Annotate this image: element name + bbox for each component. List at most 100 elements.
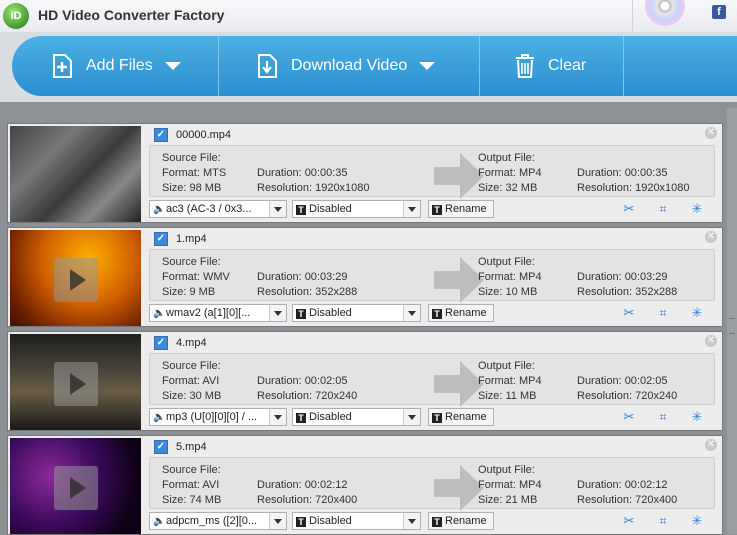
output-resolution: Resolution: 720x240 — [577, 390, 678, 402]
download-video-label: Download Video — [291, 57, 408, 74]
play-icon[interactable] — [54, 362, 98, 406]
chevron-down-icon[interactable] — [403, 201, 420, 217]
rename-button[interactable]: T Rename — [428, 304, 494, 322]
file-checkbox[interactable]: ✓ — [154, 440, 168, 454]
file-checkbox[interactable]: ✓ — [154, 232, 168, 246]
close-icon[interactable]: ✕ — [705, 335, 717, 347]
audio-track-select[interactable]: 🔈adpcm_ms ([2][0... — [149, 512, 287, 530]
source-format: Format: AVI — [162, 479, 220, 491]
app-logo-icon: iD — [3, 3, 29, 29]
subtitle-select[interactable]: T Disabled — [292, 304, 421, 322]
scissors-icon[interactable]: ✂ — [621, 409, 637, 425]
speaker-icon: 🔈 — [153, 308, 166, 319]
output-resolution: Resolution: 720x400 — [577, 494, 678, 506]
close-icon[interactable]: ✕ — [705, 127, 717, 139]
subtitle-t-icon: T — [296, 205, 306, 215]
output-file-label: Output File: — [478, 464, 535, 476]
source-format: Format: AVI — [162, 375, 220, 387]
rename-t-icon: T — [432, 413, 442, 423]
output-format: Format: MP4 — [478, 271, 542, 283]
output-format: Format: MP4 — [478, 479, 542, 491]
output-resolution: Resolution: 352x288 — [577, 286, 678, 298]
chevron-down-icon[interactable] — [269, 513, 286, 529]
chevron-down-icon[interactable] — [403, 513, 420, 529]
effects-icon[interactable]: ✳ — [689, 409, 705, 425]
source-file-label: Source File: — [162, 256, 221, 268]
close-icon[interactable]: ✕ — [705, 231, 717, 243]
audio-track-select[interactable]: 🔈wmav2 (a[1][0][... — [149, 304, 287, 322]
effects-icon[interactable]: ✳ — [689, 305, 705, 321]
speaker-icon: 🔈 — [153, 412, 166, 423]
chevron-down-icon[interactable] — [269, 409, 286, 425]
output-resolution: Resolution: 1920x1080 — [577, 182, 690, 194]
facebook-icon[interactable]: f — [712, 5, 726, 19]
output-format: Format: MP4 — [478, 167, 542, 179]
video-thumbnail[interactable] — [10, 126, 141, 222]
subtitle-value: Disabled — [309, 203, 352, 215]
add-files-dropdown-icon[interactable] — [164, 62, 181, 70]
rename-label: Rename — [445, 203, 487, 215]
source-size: Size: 9 MB — [162, 286, 216, 298]
source-duration: Duration: 00:03:29 — [257, 271, 348, 283]
add-files-label: Add Files — [86, 57, 153, 74]
output-file-label: Output File: — [478, 256, 535, 268]
rename-button[interactable]: T Rename — [428, 408, 494, 426]
crop-icon[interactable]: ⌗ — [655, 409, 671, 425]
subtitle-value: Disabled — [309, 307, 352, 319]
toolbar-divider — [623, 36, 624, 96]
toolbar-divider — [479, 36, 480, 96]
scroll-grip[interactable] — [729, 318, 735, 334]
close-icon[interactable]: ✕ — [705, 439, 717, 451]
audio-track-value: wmav2 (a[1][0][... — [166, 307, 251, 319]
subtitle-select[interactable]: T Disabled — [292, 512, 421, 530]
effects-icon[interactable]: ✳ — [689, 201, 705, 217]
video-thumbnail[interactable] — [10, 230, 141, 326]
download-video-button[interactable]: Download Video — [257, 36, 436, 96]
file-info-panel: Source File: Format: AVI Size: 30 MB Dur… — [149, 353, 715, 407]
audio-track-select[interactable]: 🔈mp3 (U[0][0][0] / ... — [149, 408, 287, 426]
file-name: 5.mp4 — [176, 441, 207, 453]
crop-icon[interactable]: ⌗ — [655, 201, 671, 217]
output-size: Size: 11 MB — [478, 390, 537, 402]
scissors-icon[interactable]: ✂ — [621, 305, 637, 321]
download-video-dropdown-icon[interactable] — [419, 62, 436, 70]
disc-icon[interactable] — [645, 0, 685, 26]
play-icon[interactable] — [54, 466, 98, 510]
video-thumbnail[interactable] — [10, 334, 141, 430]
scissors-icon[interactable]: ✂ — [621, 201, 637, 217]
source-duration: Duration: 00:02:12 — [257, 479, 348, 491]
file-checkbox[interactable]: ✓ — [154, 128, 168, 142]
rename-button[interactable]: T Rename — [428, 512, 494, 530]
crop-icon[interactable]: ⌗ — [655, 513, 671, 529]
play-icon[interactable] — [54, 258, 98, 302]
subtitle-select[interactable]: T Disabled — [292, 408, 421, 426]
source-format: Format: MTS — [162, 167, 227, 179]
source-size: Size: 74 MB — [162, 494, 222, 506]
rename-button[interactable]: T Rename — [428, 200, 494, 218]
title-separator — [632, 0, 633, 32]
add-files-button[interactable]: Add Files — [52, 36, 181, 96]
toolbar-divider — [218, 36, 219, 96]
file-info-panel: Source File: Format: AVI Size: 74 MB Dur… — [149, 457, 715, 511]
scissors-icon[interactable]: ✂ — [621, 513, 637, 529]
audio-track-select[interactable]: 🔈ac3 (AC-3 / 0x3... — [149, 200, 287, 218]
crop-icon[interactable]: ⌗ — [655, 305, 671, 321]
output-format: Format: MP4 — [478, 375, 542, 387]
chevron-down-icon[interactable] — [269, 201, 286, 217]
output-file-label: Output File: — [478, 152, 535, 164]
chevron-down-icon[interactable] — [269, 305, 286, 321]
source-file-label: Source File: — [162, 152, 221, 164]
app-title: HD Video Converter Factory — [38, 7, 225, 23]
chevron-down-icon[interactable] — [403, 409, 420, 425]
video-thumbnail[interactable] — [10, 438, 141, 534]
file-item: ✓ 1.mp4 ✕ Source File: Format: WMV Size:… — [7, 227, 723, 327]
scrollbar[interactable] — [727, 108, 737, 534]
chevron-down-icon[interactable] — [403, 305, 420, 321]
toolbar-band: Add Files Download Video Clear — [12, 36, 737, 96]
effects-icon[interactable]: ✳ — [689, 513, 705, 529]
title-bar: iD HD Video Converter Factory f — [0, 0, 737, 32]
source-resolution: Resolution: 720x400 — [257, 494, 358, 506]
subtitle-select[interactable]: T Disabled — [292, 200, 421, 218]
clear-button[interactable]: Clear — [514, 36, 586, 96]
file-checkbox[interactable]: ✓ — [154, 336, 168, 350]
